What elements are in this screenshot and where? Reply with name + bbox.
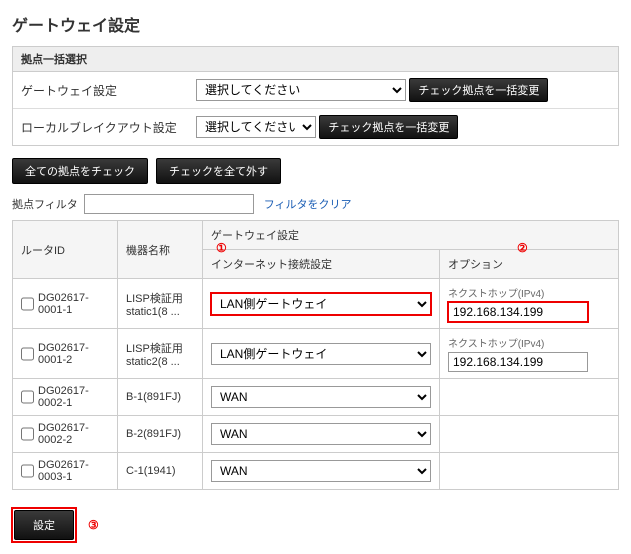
row-checkbox[interactable] bbox=[21, 427, 34, 441]
batch-row-gateway: ゲートウェイ設定 選択してください チェック拠点を一括変更 bbox=[13, 72, 618, 109]
batch-gateway-apply-button[interactable]: チェック拠点を一括変更 bbox=[409, 78, 548, 102]
apply-button[interactable]: 設定 bbox=[14, 510, 74, 540]
annotation-two: ② bbox=[517, 241, 528, 255]
table-row: DG02617-0002-1 B-1(891FJ) WAN bbox=[13, 379, 619, 416]
col-option: ② オプション bbox=[440, 250, 619, 279]
col-group: ゲートウェイ設定 bbox=[203, 221, 619, 250]
table-row: DG02617-0003-1 C-1(1941) WAN bbox=[13, 453, 619, 490]
conn-select[interactable]: LAN側ゲートウェイ bbox=[211, 293, 431, 315]
col-device: 機器名称 bbox=[118, 221, 203, 279]
batch-select-header: 拠点一括選択 bbox=[13, 47, 618, 72]
annotation-one: ① bbox=[216, 241, 227, 255]
device-name: LISP検証用 static2(8 ... bbox=[118, 329, 203, 379]
col-router: ルータID bbox=[13, 221, 118, 279]
table-row: DG02617-0002-2 B-2(891FJ) WAN bbox=[13, 416, 619, 453]
uncheck-all-button[interactable]: チェックを全て外す bbox=[156, 158, 281, 184]
router-id: DG02617-0002-1 bbox=[38, 385, 109, 409]
router-table: ルータID 機器名称 ゲートウェイ設定 ① インターネット接続設定 ② オプショ… bbox=[12, 220, 619, 490]
device-name: LISP検証用 static1(8 ... bbox=[118, 279, 203, 329]
filter-clear-link[interactable]: フィルタをクリア bbox=[264, 196, 352, 212]
check-all-button[interactable]: 全ての拠点をチェック bbox=[12, 158, 148, 184]
nexthop-input[interactable] bbox=[448, 352, 588, 372]
conn-select[interactable]: LAN側ゲートウェイ bbox=[211, 343, 431, 365]
conn-select[interactable]: WAN bbox=[211, 460, 431, 482]
batch-gateway-select[interactable]: 選択してください bbox=[196, 79, 406, 101]
nexthop-label: ネクストホップ(IPv4) bbox=[448, 335, 610, 350]
batch-gateway-label: ゲートウェイ設定 bbox=[13, 72, 188, 109]
router-id: DG02617-0001-2 bbox=[38, 342, 109, 366]
col-conn: ① インターネット接続設定 bbox=[203, 250, 440, 279]
row-checkbox[interactable] bbox=[21, 297, 34, 311]
batch-breakout-select[interactable]: 選択してください bbox=[196, 116, 316, 138]
table-row: DG02617-0001-1 LISP検証用 static1(8 ... LAN側ゲ… bbox=[13, 279, 619, 329]
device-name: B-1(891FJ) bbox=[118, 379, 203, 416]
filter-label: 拠点フィルタ bbox=[12, 196, 78, 212]
device-name: C-1(1941) bbox=[118, 453, 203, 490]
nexthop-label: ネクストホップ(IPv4) bbox=[448, 285, 610, 300]
row-checkbox[interactable] bbox=[21, 390, 34, 404]
filter-input[interactable] bbox=[84, 194, 254, 214]
row-checkbox[interactable] bbox=[21, 464, 34, 478]
page-title: ゲートウェイ設定 bbox=[12, 12, 619, 36]
batch-row-breakout: ローカルブレイクアウト設定 選択してください チェック拠点を一括変更 bbox=[13, 109, 618, 146]
batch-select-box: 拠点一括選択 ゲートウェイ設定 選択してください チェック拠点を一括変更 ローカ… bbox=[12, 46, 619, 146]
nexthop-input[interactable] bbox=[448, 302, 588, 322]
router-id: DG02617-0003-1 bbox=[38, 459, 109, 483]
batch-breakout-label: ローカルブレイクアウト設定 bbox=[13, 109, 188, 146]
batch-breakout-apply-button[interactable]: チェック拠点を一括変更 bbox=[319, 115, 458, 139]
device-name: B-2(891FJ) bbox=[118, 416, 203, 453]
conn-select[interactable]: WAN bbox=[211, 423, 431, 445]
conn-select[interactable]: WAN bbox=[211, 386, 431, 408]
router-id: DG02617-0001-1 bbox=[38, 292, 109, 316]
row-checkbox[interactable] bbox=[21, 347, 34, 361]
table-row: DG02617-0001-2 LISP検証用 static2(8 ... LAN側ゲ… bbox=[13, 329, 619, 379]
annotation-three: ③ bbox=[88, 518, 99, 532]
router-id: DG02617-0002-2 bbox=[38, 422, 109, 446]
